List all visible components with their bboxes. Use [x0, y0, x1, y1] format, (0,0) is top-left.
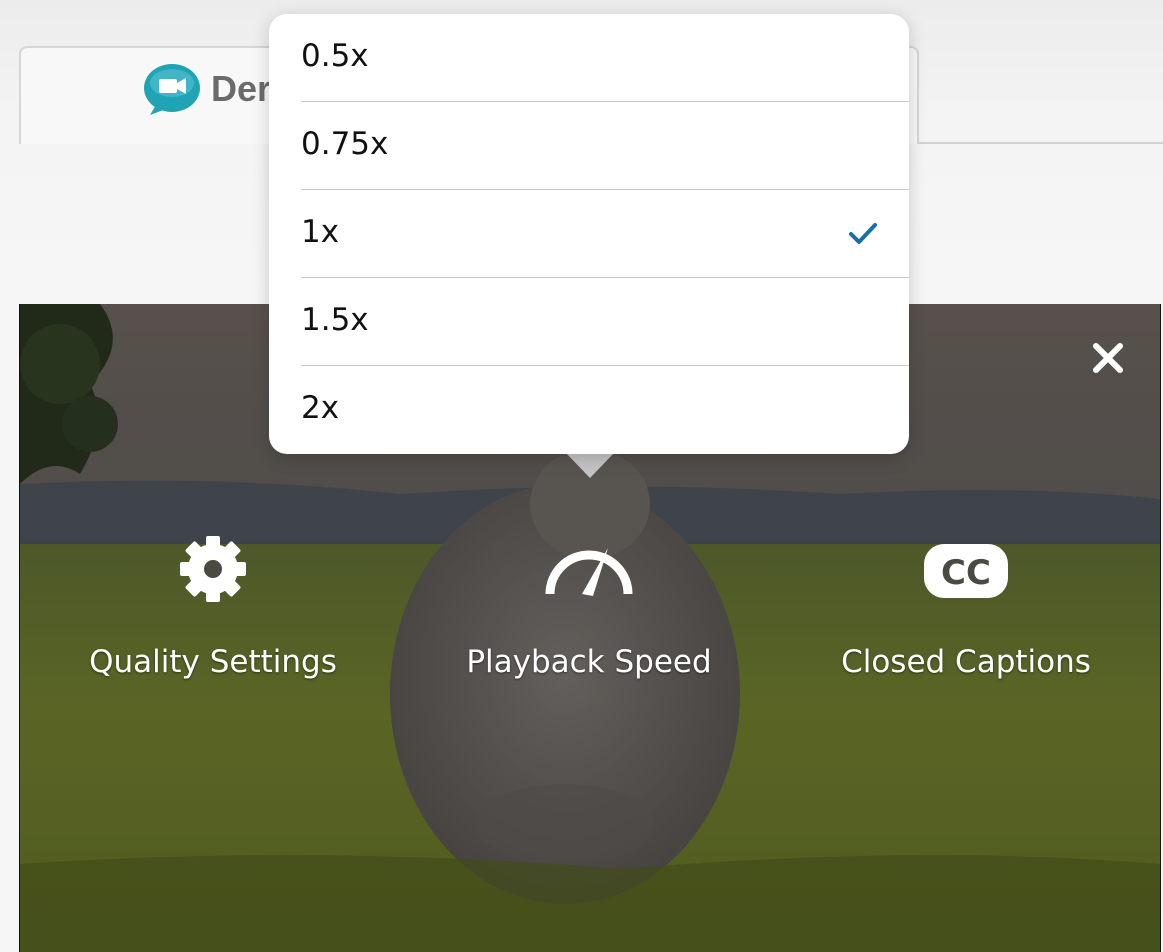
tab-baseline: [908, 142, 1163, 144]
speed-option-0.5x[interactable]: 0.5x: [301, 14, 909, 102]
cc-icon: CC: [924, 544, 1008, 598]
speed-option-label: 1x: [301, 214, 340, 250]
speed-option-1.5x[interactable]: 1.5x: [301, 278, 909, 366]
speed-option-label: 1.5x: [301, 302, 369, 338]
tab-title: Der: [211, 68, 272, 109]
video-chat-logo-icon: [144, 64, 200, 115]
speed-option-1x[interactable]: 1x: [301, 190, 909, 278]
checkmark-icon: [849, 223, 877, 244]
close-icon[interactable]: [1090, 340, 1126, 376]
popover-arrow: [565, 452, 615, 478]
quality-settings-button[interactable]: Quality Settings: [63, 534, 363, 694]
svg-text:CC: CC: [941, 553, 991, 593]
speed-options-list: 0.5x 0.75x 1x 1.5x 2x: [301, 14, 909, 454]
closed-captions-button[interactable]: CC Closed Captions: [816, 534, 1116, 694]
playback-speed-label: Playback Speed: [466, 644, 712, 680]
playback-speed-popover: 0.5x 0.75x 1x 1.5x 2x: [269, 14, 909, 454]
closed-captions-label: Closed Captions: [841, 644, 1091, 680]
speed-option-0.75x[interactable]: 0.75x: [301, 102, 909, 190]
page: Der Quality Settings Playback Speed CC C…: [0, 0, 1163, 952]
quality-settings-label: Quality Settings: [89, 644, 337, 680]
speedometer-icon: [545, 548, 633, 596]
gear-icon: [180, 536, 246, 602]
playback-speed-button[interactable]: Playback Speed: [439, 534, 739, 694]
speed-option-label: 2x: [301, 390, 340, 426]
speed-option-label: 0.5x: [301, 38, 369, 74]
speed-option-2x[interactable]: 2x: [301, 366, 909, 454]
speed-option-label: 0.75x: [301, 126, 389, 162]
